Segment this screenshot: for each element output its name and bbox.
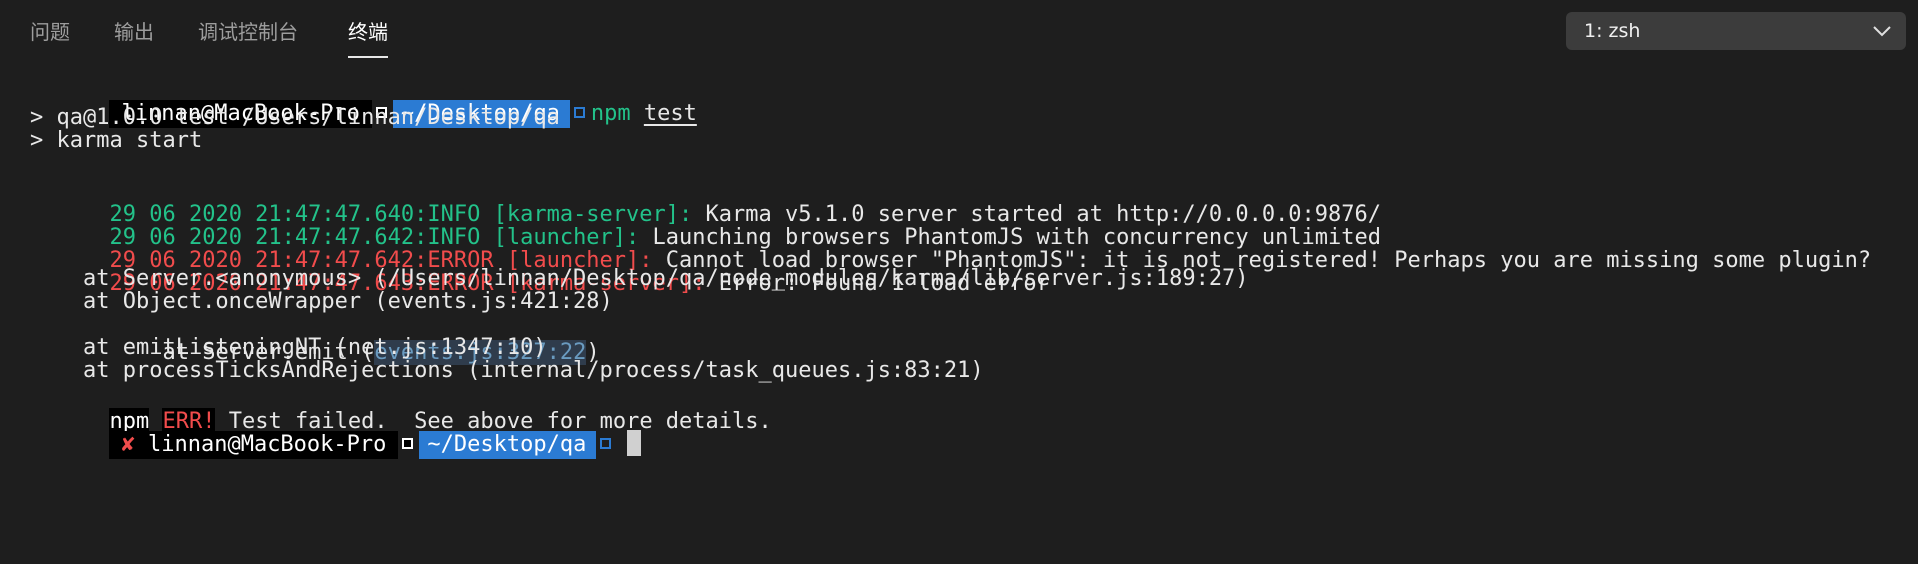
prompt-separator-icon bbox=[402, 437, 414, 449]
chevron-down-icon bbox=[1873, 26, 1891, 37]
active-tab-indicator bbox=[348, 56, 388, 58]
error-status-icon: ✘ bbox=[121, 432, 135, 457]
tab-terminal[interactable]: 终端 bbox=[348, 18, 388, 58]
prompt-host: ✘ linnan@MacBook-Pro bbox=[109, 431, 399, 459]
terminal-instance-select[interactable]: 1: zsh bbox=[1566, 12, 1906, 50]
prompt-separator-icon bbox=[573, 106, 585, 118]
tab-output[interactable]: 输出 bbox=[114, 18, 154, 46]
tab-terminal-label: 终端 bbox=[348, 20, 388, 44]
prompt-separator-icon bbox=[600, 437, 612, 449]
command-name: npm bbox=[590, 101, 631, 126]
prompt-line: linnan@MacBook-Pro ~/Desktop/qa npm test bbox=[30, 72, 697, 128]
terminal-panel: 问题 输出 调试控制台 终端 1: zsh linnan@MacBook-Pro… bbox=[0, 0, 1918, 564]
script-line: > karma start bbox=[30, 128, 203, 153]
tab-problems[interactable]: 问题 bbox=[30, 18, 70, 46]
command-arg: test bbox=[643, 101, 697, 126]
tab-debug-console[interactable]: 调试控制台 bbox=[198, 18, 298, 46]
panel-tab-bar: 问题 输出 调试控制台 终端 1: zsh bbox=[0, 0, 1918, 62]
terminal-output[interactable]: linnan@MacBook-Pro ~/Desktop/qa npm test >… bbox=[30, 72, 1910, 552]
prompt-cwd: ~/Desktop/qa bbox=[419, 431, 597, 459]
terminal-cursor bbox=[627, 430, 642, 456]
prompt-host-name: linnan@MacBook-Pro bbox=[147, 432, 387, 457]
terminal-instance-value: 1: zsh bbox=[1584, 20, 1641, 42]
prompt-line: ✘ linnan@MacBook-Pro ~/Desktop/qa bbox=[30, 403, 642, 459]
